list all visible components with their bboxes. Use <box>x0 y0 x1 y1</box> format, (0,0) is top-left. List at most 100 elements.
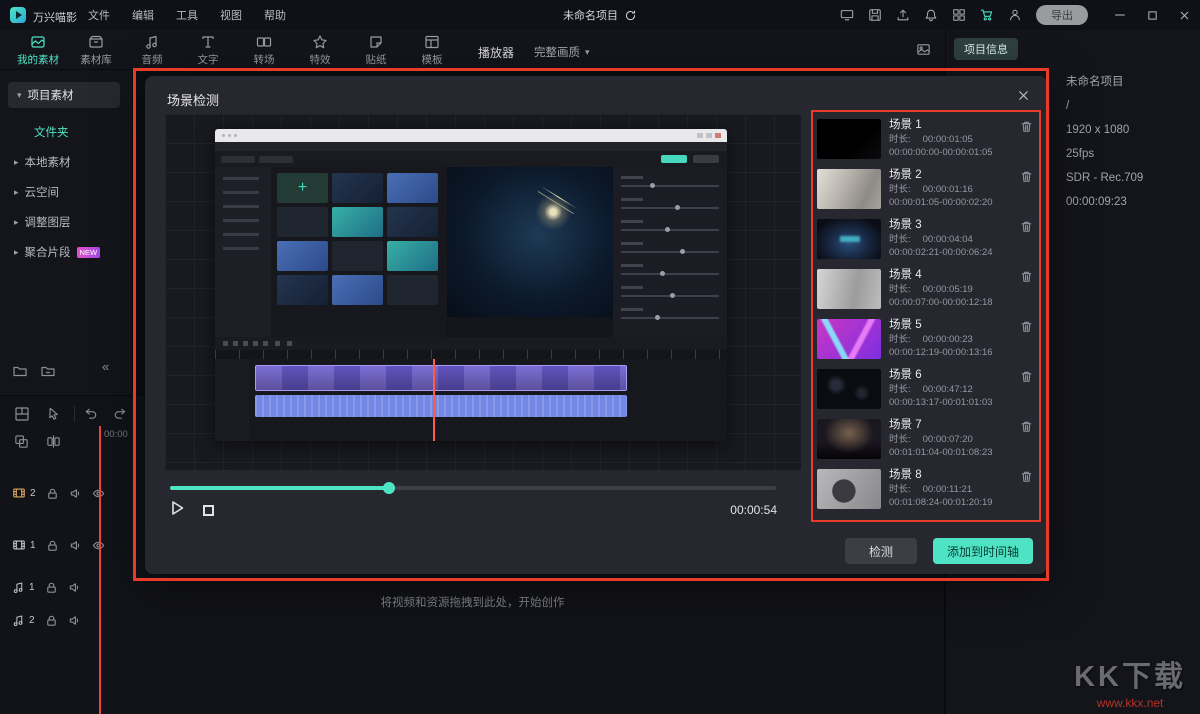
collapse-panel-icon[interactable]: « <box>102 359 109 374</box>
duration-label: 时长: <box>889 434 911 445</box>
menu-help[interactable]: 帮助 <box>264 7 286 23</box>
lock-icon[interactable] <box>45 581 58 594</box>
account-icon[interactable] <box>1008 8 1022 22</box>
detection-progress-slider[interactable] <box>170 486 776 490</box>
sidebar-footer <box>12 363 56 379</box>
lock-icon[interactable] <box>46 487 59 500</box>
tab-text[interactable]: 文字 <box>184 30 232 70</box>
scene-row[interactable]: 场景 4 时长:00:00:05:19 00:00:07:00-00:00:12… <box>817 266 1035 316</box>
delete-scene-icon[interactable] <box>1020 220 1033 233</box>
frame-thumb <box>332 207 383 237</box>
menu-tools[interactable]: 工具 <box>176 7 198 23</box>
frame-toolbar <box>215 151 727 167</box>
export-button[interactable]: 导出 <box>1036 5 1088 25</box>
split-icon[interactable] <box>46 434 61 449</box>
close-icon[interactable] <box>1016 88 1031 103</box>
tab-my-media[interactable]: 我的素材 <box>12 30 64 70</box>
pointer-tool-icon[interactable] <box>46 406 61 421</box>
lock-icon[interactable] <box>46 539 59 552</box>
frame-thumb <box>387 207 438 237</box>
delete-scene-icon[interactable] <box>1020 370 1033 383</box>
menu-edit[interactable]: 编辑 <box>132 7 154 23</box>
tab-label: 贴纸 <box>366 52 387 67</box>
scene-row[interactable]: 场景 1 时长:00:00:01:05 00:00:00:00-00:00:01… <box>817 116 1035 166</box>
delete-scene-icon[interactable] <box>1020 320 1033 333</box>
stop-button[interactable] <box>203 505 214 516</box>
timeline-playhead[interactable] <box>99 426 101 714</box>
scene-row[interactable]: 场景 5 时长:00:00:00:23 00:00:12:19-00:00:13… <box>817 316 1035 366</box>
save-icon[interactable] <box>868 8 882 22</box>
mute-icon[interactable] <box>68 581 81 594</box>
tab-stock-media[interactable]: 素材库 <box>72 30 120 70</box>
upload-icon[interactable] <box>896 8 910 22</box>
sync-icon[interactable] <box>624 9 637 22</box>
new-folder-icon[interactable] <box>12 363 28 379</box>
redo-icon[interactable] <box>112 406 127 421</box>
project-info-tab[interactable]: 项目信息 <box>954 38 1018 60</box>
scene-row[interactable]: 场景 6 时长:00:00:47:12 00:00:13:17-00:01:01… <box>817 366 1035 416</box>
detect-button[interactable]: 检测 <box>845 538 917 564</box>
mute-icon[interactable] <box>68 614 81 627</box>
sidebar-item-project-media[interactable]: ▾ 项目素材 <box>8 82 120 108</box>
sidebar-item-adjustment-layer[interactable]: ▸ 调整图层 <box>14 214 71 230</box>
menu-view[interactable]: 视图 <box>220 7 242 23</box>
undo-icon[interactable] <box>84 406 99 421</box>
audio-track-2-header[interactable]: 2 <box>0 607 133 633</box>
frame-thumb <box>277 275 328 305</box>
scene-range: 00:01:08:24-00:01:20:19 <box>889 496 993 509</box>
duration-label: 时长: <box>889 484 911 495</box>
mute-icon[interactable] <box>69 539 82 552</box>
delete-folder-icon[interactable] <box>40 363 56 379</box>
color-space-value: SDR - Rec.709 <box>1066 166 1143 190</box>
frame-playhead <box>433 359 435 441</box>
tab-audio[interactable]: 音频 <box>128 30 176 70</box>
add-to-timeline-button[interactable]: 添加到时间轴 <box>933 538 1033 564</box>
sidebar-item-cloud[interactable]: ▸ 云空间 <box>14 184 59 200</box>
minimize-button[interactable] <box>1104 0 1136 30</box>
tab-transitions[interactable]: 转场 <box>240 30 288 70</box>
quality-dropdown[interactable]: 完整画质 ▾ <box>534 44 590 60</box>
close-button[interactable] <box>1168 0 1200 30</box>
play-button[interactable] <box>167 498 187 523</box>
scene-duration: 00:00:07:20 <box>923 434 973 445</box>
frame-timeline-toolbar <box>215 337 727 350</box>
tab-effects[interactable]: 特效 <box>296 30 344 70</box>
chevron-right-icon: ▸ <box>14 187 19 198</box>
delete-scene-icon[interactable] <box>1020 120 1033 133</box>
slider-knob[interactable] <box>383 482 395 494</box>
maximize-button[interactable] <box>1136 0 1168 30</box>
mute-icon[interactable] <box>69 487 82 500</box>
media-tabs: 我的素材 素材库 音频 文字 转场 特效 贴纸 模板 <box>12 30 456 70</box>
video-track-1-header[interactable]: 1 <box>0 525 133 565</box>
scene-row[interactable]: 场景 7 时长:00:00:07:20 00:01:01:04-00:01:08… <box>817 416 1035 466</box>
scene-row[interactable]: 场景 3 时长:00:00:04:04 00:00:02:21-00:00:06… <box>817 216 1035 266</box>
scene-duration: 00:00:00:23 <box>923 334 973 345</box>
notifications-icon[interactable] <box>924 8 938 22</box>
track-manager-icon[interactable] <box>14 406 30 422</box>
delete-scene-icon[interactable] <box>1020 470 1033 483</box>
sidebar-item-compound-clip[interactable]: ▸ 聚合片段 NEW <box>14 244 100 260</box>
scene-row[interactable]: 场景 8 时长:00:00:11:21 00:01:08:24-00:01:20… <box>817 466 1035 516</box>
tab-templates[interactable]: 模板 <box>408 30 456 70</box>
scene-row[interactable]: 场景 2 时长:00:00:01:16 00:00:01:05-00:00:02… <box>817 166 1035 216</box>
menu-file[interactable]: 文件 <box>88 7 110 23</box>
frame-properties <box>613 167 727 337</box>
store-cart-icon[interactable] <box>980 8 994 22</box>
snapshot-icon[interactable] <box>916 42 931 57</box>
layout-icon[interactable] <box>840 8 854 22</box>
scene-range: 00:00:12:19-00:00:13:16 <box>889 346 993 359</box>
app-window: 万兴喵影 文件 编辑 工具 视图 帮助 未命名项目 导出 <box>0 0 1200 714</box>
layers-icon[interactable] <box>14 434 29 449</box>
lock-icon[interactable] <box>45 614 58 627</box>
delete-scene-icon[interactable] <box>1020 420 1033 433</box>
delete-scene-icon[interactable] <box>1020 270 1033 283</box>
tab-stickers[interactable]: 贴纸 <box>352 30 400 70</box>
frame-slider <box>621 283 719 303</box>
audio-track-icon <box>12 581 25 594</box>
video-track-2-header[interactable]: 2 <box>0 473 133 513</box>
apps-grid-icon[interactable] <box>952 8 966 22</box>
frame-pill <box>693 155 719 163</box>
sidebar-item-local-media[interactable]: ▸ 本地素材 <box>14 154 71 170</box>
delete-scene-icon[interactable] <box>1020 170 1033 183</box>
sidebar-item-folder[interactable]: 文件夹 <box>34 124 69 140</box>
